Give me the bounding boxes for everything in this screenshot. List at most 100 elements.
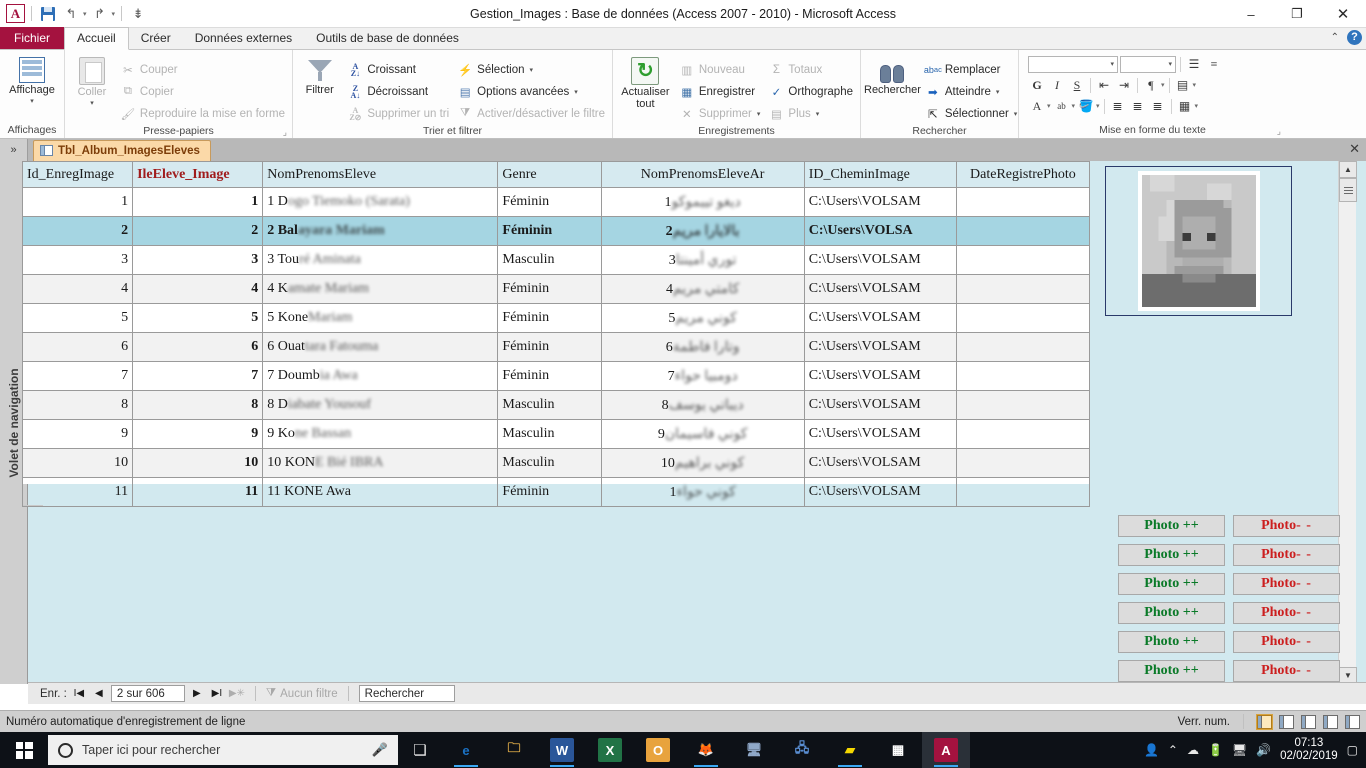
photo-add-button[interactable]: Photo ++ [1118, 514, 1225, 537]
cell-genre[interactable]: Féminin [497, 274, 602, 304]
task-view-button[interactable]: ❏ [398, 732, 442, 768]
start-button[interactable] [0, 732, 48, 768]
increase-indent-icon[interactable]: ⇥ [1115, 76, 1133, 94]
table-row[interactable]: 222 Bal ayara Mariam Féminin بالايارا مريم… [21, 216, 1091, 246]
cell-date[interactable] [955, 216, 1091, 246]
selection-button[interactable]: ⚡ Sélection ▾ [453, 59, 609, 80]
cell-id[interactable]: 7 [21, 361, 134, 391]
column-header-genre[interactable]: Genre [497, 161, 602, 188]
couper-button[interactable]: ✂ Couper [116, 59, 289, 80]
fill-color-button[interactable]: 🪣 [1077, 97, 1095, 115]
taskbar-calculator-icon[interactable]: ▦ [874, 732, 922, 768]
decroissant-button[interactable]: Z A↓ Décroissant [343, 81, 453, 102]
chevron-down-icon[interactable]: ▾ [90, 99, 94, 107]
photo-add-button[interactable]: Photo ++ [1118, 630, 1225, 653]
new-record-button[interactable]: ▶✳ [229, 688, 245, 699]
cell-chemin[interactable]: C:\Users\VOLSAM [803, 303, 957, 333]
cell-date[interactable] [955, 332, 1091, 362]
cell-date[interactable] [955, 187, 1091, 217]
reproduire-mise-en-forme-button[interactable]: 🖌 Reproduire la mise en forme [116, 103, 289, 124]
photo-remove-button[interactable]: Photo - - [1233, 659, 1340, 682]
cell-date[interactable] [955, 477, 1091, 507]
column-header-id[interactable]: Id_EnregImage [21, 161, 134, 188]
table-row[interactable]: 11 11 11 KONE Awa Féminin كوني حواء 1 C:\User… [21, 477, 1091, 507]
photo-add-button[interactable]: Photo ++ [1118, 659, 1225, 682]
cell-idEleve[interactable]: 7 [132, 361, 264, 391]
table-row[interactable]: 999 Ko ne Bassan Masculin كوني فاسيمان 9 C:… [21, 419, 1091, 449]
photo-add-button[interactable]: Photo ++ [1118, 601, 1225, 624]
previous-record-button[interactable]: ◀ [91, 688, 107, 699]
cell-genre[interactable]: Féminin [497, 477, 602, 507]
rechercher-button[interactable]: Rechercher [864, 55, 921, 96]
plus-button[interactable]: ▤ Plus ▾ [764, 103, 857, 124]
cell-id[interactable]: 10 [21, 448, 134, 478]
decrease-indent-icon[interactable]: ⇤ [1095, 76, 1113, 94]
cell-nomAr[interactable]: توري أمينتا 3 [600, 245, 805, 275]
clock[interactable]: 07:13 02/02/2019 [1280, 737, 1338, 763]
cell-id[interactable]: 8 [21, 390, 134, 420]
taskbar-sticky-notes-icon[interactable]: ▰ [826, 732, 874, 768]
scrollbar-thumb[interactable] [1339, 178, 1357, 202]
cell-idEleve[interactable]: 5 [132, 303, 264, 333]
cell-nomAr[interactable]: كوني حواء 1 [600, 477, 805, 507]
last-record-button[interactable]: ▶I [209, 688, 225, 699]
cell-idEleve[interactable]: 3 [132, 245, 264, 275]
supprimer-tri-button[interactable]: A Z⊘ Supprimer un tri [343, 103, 453, 124]
ribbon-tab-outils-base-de-donnees[interactable]: Outils de base de données [304, 27, 471, 49]
cell-nom[interactable]: 11 KONE Awa [262, 477, 499, 507]
cell-nomAr[interactable]: كوني براهيم 10 [600, 448, 805, 478]
cell-idEleve[interactable]: 2 [132, 216, 264, 246]
cell-nomAr[interactable]: ديغو تييموكو 1 [600, 187, 805, 217]
table-row[interactable]: 888 D iabate Yousouf Masculin ديباتي يوسف … [21, 390, 1091, 420]
photo-remove-button[interactable]: Photo - - [1233, 543, 1340, 566]
cell-chemin[interactable]: C:\Users\VOLSAM [803, 332, 957, 362]
filtrer-button[interactable]: Filtrer [296, 55, 343, 96]
activer-desactiver-filtre-button[interactable]: ⧩ Activer/désactiver le filtre [453, 103, 609, 124]
cell-nom[interactable]: 8 D iabate Yousouf [262, 390, 499, 420]
taskbar-excel-icon[interactable]: X [586, 732, 634, 768]
photo-remove-button[interactable]: Photo - - [1233, 514, 1340, 537]
people-icon[interactable]: 👤 [1144, 743, 1159, 757]
cell-date[interactable] [955, 245, 1091, 275]
chevron-down-icon[interactable]: ▾ [1072, 102, 1076, 110]
column-header-idEleve[interactable]: IleEleve_Image [132, 161, 264, 188]
minimize-button[interactable]: – [1228, 0, 1274, 28]
cell-nomAr[interactable]: كوني فاسيمان 9 [600, 419, 805, 449]
column-header-chemin[interactable]: ID_CheminImage [803, 161, 957, 188]
cell-nom[interactable]: 1 D ogo Tiemoko (Sarata) [262, 187, 499, 217]
selectionner-button[interactable]: ⇱ Sélectionner ▾ [921, 103, 1021, 124]
taskbar-remote-desktop-icon[interactable]: 🖥 [730, 732, 778, 768]
redo-dropdown-icon[interactable]: ▾ [112, 10, 116, 18]
battery-icon[interactable]: 🔋 [1208, 743, 1223, 757]
volume-icon[interactable]: 🔊 [1256, 743, 1271, 757]
collapse-ribbon-icon[interactable]: ⌃ [1331, 32, 1339, 43]
align-center-icon[interactable]: ≣ [1129, 97, 1147, 115]
supprimer-button[interactable]: ✕ Supprimer ▾ [675, 103, 765, 124]
cell-nom[interactable]: 10 KON E Bié IBRA [262, 448, 499, 478]
cell-id[interactable]: 9 [21, 419, 134, 449]
cell-genre[interactable]: Féminin [497, 361, 602, 391]
cell-nomAr[interactable]: كامتي مريم 4 [600, 274, 805, 304]
cell-date[interactable] [955, 448, 1091, 478]
cell-nom[interactable]: 5 Kone Mariam [262, 303, 499, 333]
actualiser-tout-button[interactable]: Actualiser tout [616, 55, 675, 110]
cell-chemin[interactable]: C:\Users\VOLSAM [803, 419, 957, 449]
first-record-button[interactable]: I◀ [71, 688, 87, 699]
chevron-down-icon[interactable]: ▾ [1014, 110, 1018, 118]
cell-nom[interactable]: 4 K amate Mariam [262, 274, 499, 304]
cell-nomAr[interactable]: وتارا فاطمة 6 [600, 332, 805, 362]
cell-idEleve[interactable]: 1 [132, 187, 264, 217]
chevron-down-icon[interactable]: ▾ [529, 66, 533, 74]
cell-date[interactable] [955, 303, 1091, 333]
layout-view-icon[interactable] [1345, 714, 1360, 729]
taskbar-firefox-icon[interactable]: 🦊 [682, 732, 730, 768]
record-search-input[interactable]: Rechercher [358, 685, 455, 702]
ribbon-tab-accueil[interactable]: Accueil [64, 27, 129, 50]
chevron-down-icon[interactable]: ▾ [30, 97, 34, 105]
record-position-input[interactable]: 2 sur 606 [110, 685, 185, 702]
coller-button[interactable]: Coller ▾ [68, 55, 116, 107]
taskbar-explorer-icon[interactable]: 🗀 [490, 732, 538, 768]
chevron-down-icon[interactable]: ▾ [1161, 81, 1165, 89]
cell-id[interactable]: 3 [21, 245, 134, 275]
cell-genre[interactable]: Masculin [497, 419, 602, 449]
